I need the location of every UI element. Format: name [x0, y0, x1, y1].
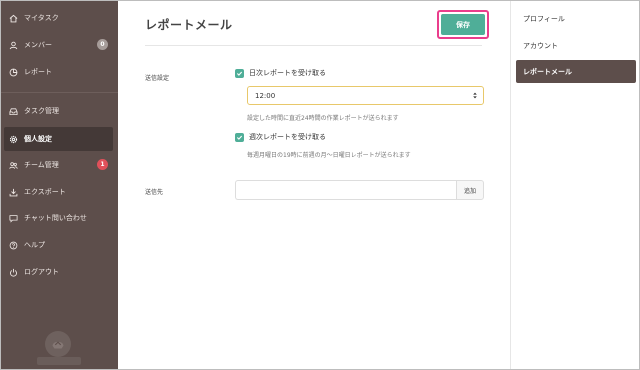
sidebar-item-personal-settings[interactable]: 個人設定 — [4, 127, 113, 151]
check-icon — [236, 71, 243, 76]
sidebar-item-label: 個人設定 — [24, 135, 52, 143]
weekly-report-option[interactable]: 週次レポートを受け取る — [235, 132, 326, 142]
sidebar-item-label: エクスポート — [24, 188, 66, 196]
person-icon — [8, 40, 18, 50]
settings-nav: プロフィール アカウント レポートメール — [510, 1, 639, 369]
weekly-report-help: 毎週月曜日の19時に前週の月〜日曜日レポートが送られます — [247, 152, 411, 159]
destination-label: 送信先 — [145, 189, 164, 196]
help-icon — [8, 240, 18, 250]
sidebar-item-help[interactable]: ヘルプ — [1, 233, 118, 257]
chat-icon — [8, 213, 18, 223]
report-icon — [8, 67, 18, 77]
settings-nav-report-mail[interactable]: レポートメール — [516, 60, 636, 83]
gear-icon — [8, 134, 18, 144]
daily-report-option[interactable]: 日次レポートを受け取る — [235, 68, 326, 78]
settings-nav-account[interactable]: アカウント — [516, 34, 636, 57]
sidebar-item-report[interactable]: レポート — [1, 60, 118, 84]
daily-time-select[interactable]: 12:00 — [247, 86, 484, 105]
app-window: マイタスク メンバー 0 レポート タスク管理 個人設定 チーム管理 1 エクス… — [0, 0, 640, 370]
sidebar-item-label: レポート — [24, 68, 52, 76]
sidebar-item-members[interactable]: メンバー 0 — [1, 33, 118, 57]
sidebar-item-my-tasks[interactable]: マイタスク — [1, 6, 118, 30]
send-settings-label: 送信設定 — [145, 75, 170, 82]
sidebar-item-export[interactable]: エクスポート — [1, 180, 118, 204]
main-content: レポートメール 保存 送信設定 日次レポートを受け取る 12:00 設定した時間… — [118, 1, 510, 369]
sidebar-divider — [1, 92, 118, 93]
download-icon — [8, 187, 18, 197]
app-logo — [45, 331, 71, 357]
save-button[interactable]: 保存 — [441, 14, 485, 35]
sidebar-item-label: マイタスク — [24, 14, 59, 22]
settings-nav-profile[interactable]: プロフィール — [516, 7, 636, 30]
sidebar-item-label: チャット問い合わせ — [24, 214, 87, 222]
home-icon — [8, 13, 18, 23]
select-arrows-icon — [473, 92, 477, 99]
add-destination-button[interactable]: 追加 — [456, 180, 484, 200]
sidebar-item-label: ヘルプ — [24, 241, 45, 249]
sidebar-item-label: ログアウト — [24, 268, 59, 276]
power-icon — [8, 267, 18, 277]
sidebar-item-logout[interactable]: ログアウト — [1, 260, 118, 284]
destination-email-input[interactable] — [235, 180, 456, 200]
title-divider — [145, 45, 482, 46]
inbox-icon — [8, 106, 18, 116]
check-icon — [236, 135, 243, 140]
sidebar: マイタスク メンバー 0 レポート タスク管理 個人設定 チーム管理 1 エクス… — [1, 1, 118, 369]
daily-report-label: 日次レポートを受け取る — [249, 69, 326, 77]
daily-report-help: 設定した時間に直近24時間の作業レポートが送られます — [247, 115, 399, 122]
sidebar-item-chat-inquiry[interactable]: チャット問い合わせ — [1, 206, 118, 230]
weekly-report-checkbox[interactable] — [235, 132, 244, 142]
daily-report-checkbox[interactable] — [235, 68, 244, 78]
sidebar-item-label: メンバー — [24, 41, 52, 49]
app-logo-wordmark — [37, 357, 81, 365]
weekly-report-label: 週次レポートを受け取る — [249, 133, 326, 141]
sidebar-item-label: チーム管理 — [24, 161, 59, 169]
team-notification-badge: 1 — [97, 159, 108, 170]
sidebar-item-task-management[interactable]: タスク管理 — [1, 99, 118, 123]
daily-time-value: 12:00 — [255, 91, 276, 100]
page-title: レポートメール — [145, 18, 233, 32]
sidebar-item-label: タスク管理 — [24, 107, 59, 115]
sidebar-item-team-management[interactable]: チーム管理 1 — [1, 153, 118, 177]
member-count-badge: 0 — [97, 39, 108, 50]
team-icon — [8, 160, 18, 170]
